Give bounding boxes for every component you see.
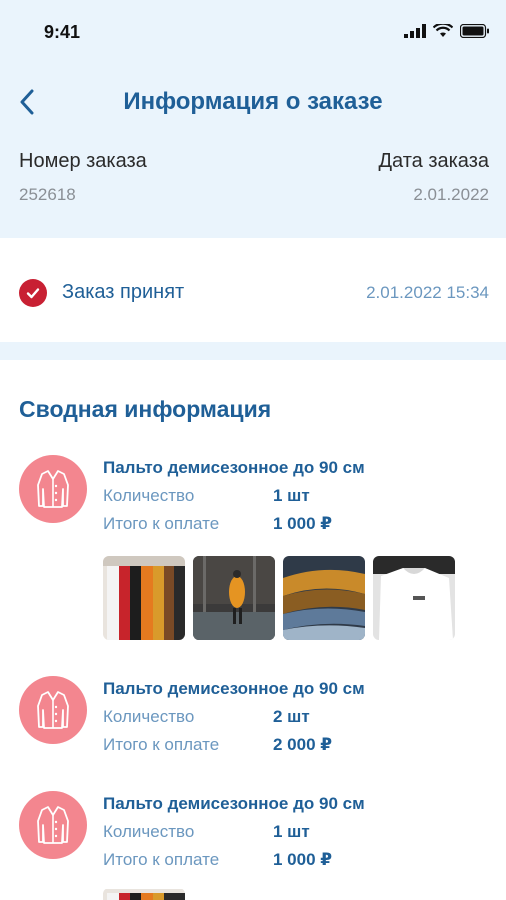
total-label: Итого к оплате	[103, 850, 220, 869]
product-photo[interactable]	[103, 888, 185, 900]
status-timestamp: 2.01.2022 15:34	[366, 283, 489, 302]
status-bar: 9:41	[0, 0, 506, 62]
section-divider	[0, 342, 506, 360]
coat-icon	[19, 455, 87, 523]
page-title: Информация о заказе	[123, 88, 383, 115]
check-circle-icon	[19, 279, 47, 307]
quantity-value: 1 шт	[273, 486, 310, 505]
coat-icon	[19, 791, 87, 859]
quantity-value: 2 шт	[273, 707, 310, 726]
quantity-label: Количество	[103, 822, 195, 841]
status-text: Заказ принят	[62, 281, 185, 303]
battery-icon	[460, 24, 489, 38]
product-photo[interactable]	[283, 556, 365, 640]
quantity-label: Количество	[103, 486, 195, 505]
signal-icon	[404, 24, 426, 38]
item-name: Пальто демисезонное до 90 см	[103, 679, 365, 698]
status-icons	[404, 24, 490, 38]
total-label: Итого к оплате	[103, 735, 220, 754]
wifi-icon	[433, 24, 453, 37]
product-photo[interactable]	[193, 556, 275, 640]
order-status-row: Заказ принят 2.01.2022 15:34	[0, 238, 506, 342]
item-name: Пальто демисезонное до 90 см	[103, 794, 365, 813]
order-number-value: 252618	[19, 185, 76, 204]
product-photo[interactable]	[373, 556, 455, 640]
quantity-value: 1 шт	[273, 822, 310, 841]
quantity-label: Количество	[103, 707, 195, 726]
order-date-value: 2.01.2022	[413, 185, 489, 204]
nav-bar: Информация о заказе	[0, 80, 506, 124]
total-label: Итого к оплате	[103, 514, 220, 533]
order-number-label: Номер заказа	[19, 150, 147, 172]
total-value: 2 000 ₽	[273, 735, 333, 754]
status-time: 9:41	[44, 22, 81, 42]
total-value: 1 000 ₽	[273, 514, 333, 533]
item-name: Пальто демисезонное до 90 см	[103, 458, 365, 477]
coat-icon	[19, 676, 87, 744]
order-date-label: Дата заказа	[378, 150, 489, 172]
product-photo[interactable]	[103, 556, 185, 640]
order-header: 9:41 Информация о заказе Номер заказа 25…	[0, 0, 506, 238]
summary-title: Сводная информация	[19, 396, 272, 422]
total-value: 1 000 ₽	[273, 850, 333, 869]
